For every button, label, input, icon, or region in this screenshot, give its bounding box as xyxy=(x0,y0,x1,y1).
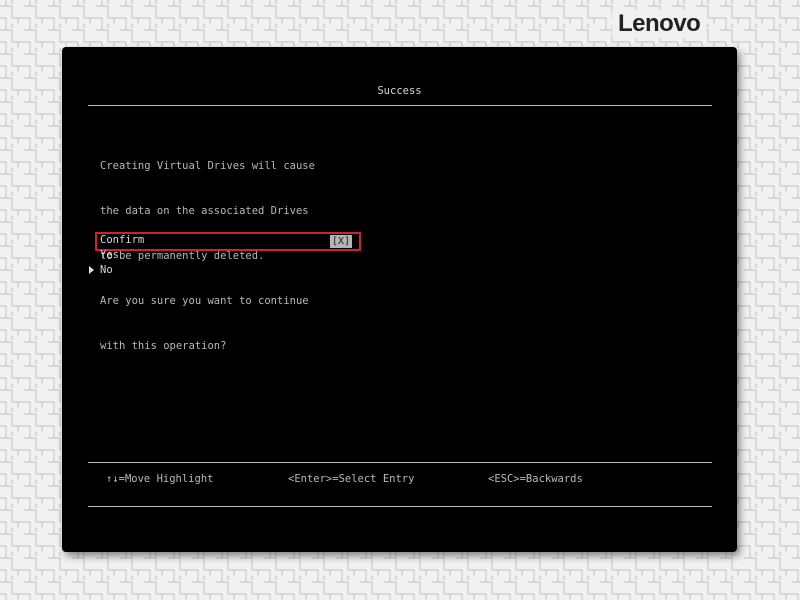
message-line: with this operation? xyxy=(100,340,227,352)
message-line: to be permanently deleted. xyxy=(100,250,265,262)
title-divider xyxy=(88,105,712,106)
selection-arrow-icon xyxy=(89,266,94,274)
footer-bottom-divider xyxy=(88,506,712,507)
lenovo-logo: Lenovo xyxy=(612,10,707,38)
footer-esc-hint: <ESC>=Backwards xyxy=(488,473,583,485)
footer-top-divider xyxy=(88,462,712,463)
footer-move-hint: ↑↓=Move Highlight xyxy=(106,473,214,485)
warning-message: Creating Virtual Drives will cause the d… xyxy=(100,129,315,384)
confirm-option[interactable]: Confirm xyxy=(100,233,144,248)
confirm-checkbox[interactable]: [X] xyxy=(330,235,353,248)
message-line: Creating Virtual Drives will cause xyxy=(100,160,315,172)
bios-dialog-window: Success Creating Virtual Drives will cau… xyxy=(62,47,737,552)
no-option[interactable]: No xyxy=(100,263,113,278)
dialog-title: Success xyxy=(377,85,422,97)
yes-option[interactable]: Yes xyxy=(100,248,119,263)
footer-enter-hint: <Enter>=Select Entry xyxy=(288,473,415,485)
message-line: the data on the associated Drives xyxy=(100,205,309,217)
message-line: Are you sure you want to continue xyxy=(100,295,309,307)
